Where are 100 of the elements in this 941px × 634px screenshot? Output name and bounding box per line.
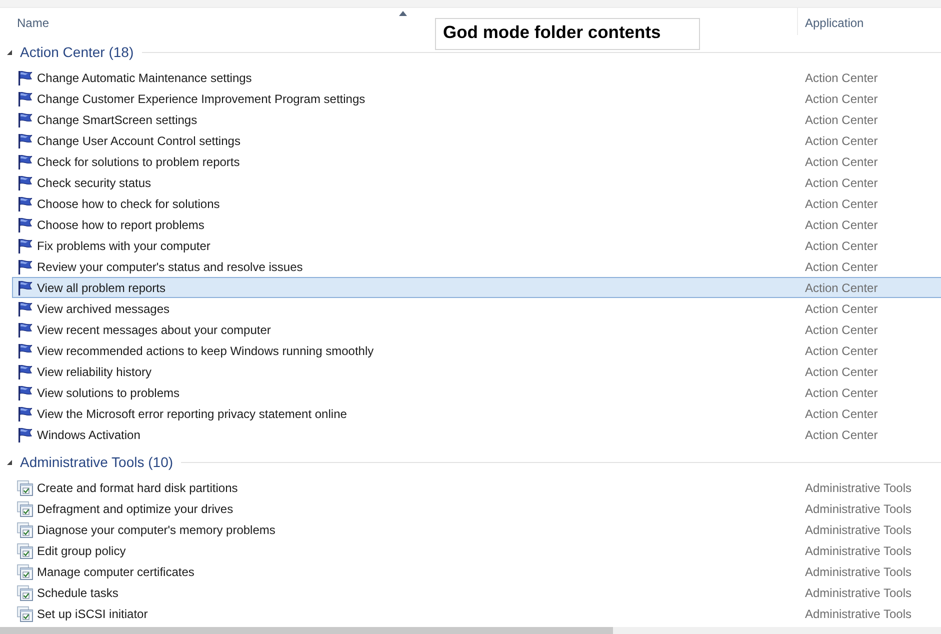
item-name: Create and format hard disk partitions (37, 480, 239, 494)
flag-icon (17, 70, 33, 86)
list-row[interactable]: Check for solutions to problem reports Action Center (12, 151, 941, 172)
scrollbar-thumb[interactable] (0, 627, 613, 634)
application-name: Action Center (805, 260, 879, 274)
application-name: Action Center (805, 364, 879, 378)
list-row[interactable]: View recent messages about your computer Action Center (12, 319, 941, 340)
application-name: Action Center (805, 428, 879, 442)
column-header[interactable]: Application (798, 8, 941, 35)
flag-icon (17, 216, 33, 232)
item-name: Change User Account Control settings (37, 134, 242, 148)
application-name: Administrative Tools (805, 502, 912, 516)
item-name: Check for solutions to problem reports (37, 154, 241, 168)
application-name: Action Center (805, 406, 879, 420)
item-name: Edit group policy (37, 544, 127, 558)
flag-icon (17, 196, 33, 212)
checklist-window-icon (17, 500, 33, 516)
flag-icon (17, 238, 33, 254)
application-name: Administrative Tools (805, 606, 912, 620)
application-name: Action Center (805, 344, 879, 358)
list-row[interactable]: View archived messages Action Center (12, 298, 941, 319)
item-name: Choose how to report problems (37, 218, 206, 232)
list-row[interactable]: View reliability history Action Center (12, 361, 941, 382)
application-name: Action Center (805, 112, 879, 126)
application-name: Action Center (805, 70, 879, 84)
application-name: Administrative Tools (805, 544, 912, 558)
item-name: Change Automatic Maintenance settings (37, 70, 253, 84)
application-name: Action Center (805, 154, 879, 168)
item-name: Schedule tasks (37, 586, 120, 600)
list-row[interactable]: Create and format hard disk partitions Administrative Tools (12, 477, 941, 498)
application-name: Administrative Tools (805, 480, 912, 494)
list-row[interactable]: Review your computer's status and resolve issues Action Center (12, 256, 941, 277)
item-name: View all problem reports (37, 280, 167, 294)
application-name: Action Center (805, 196, 879, 210)
expanded-arrow-icon[interactable] (7, 460, 12, 464)
list-row[interactable]: View solutions to problems Action Center (12, 382, 941, 403)
application-name: Action Center (805, 92, 879, 106)
application-name: Action Center (805, 302, 879, 316)
list-row[interactable]: Choose how to check for solutions Action Center (12, 193, 941, 214)
list-row[interactable]: Change User Account Control settings Action Center (12, 130, 941, 151)
checklist-window-icon (17, 564, 33, 580)
list-row[interactable]: Set up iSCSI initiator Administrative Tools (12, 603, 941, 624)
item-name: Fix problems with your computer (37, 238, 212, 252)
list-row[interactable]: View all problem reports Action Center (12, 277, 941, 298)
flag-icon (17, 426, 33, 442)
list-row[interactable]: Defragment and optimize your drives Administrative Tools (12, 498, 941, 519)
group-header[interactable]: Action Center (18) (20, 44, 134, 60)
item-name: View the Microsoft error reporting privacy statement online (37, 406, 348, 420)
application-name: Administrative Tools (805, 564, 912, 578)
list-row[interactable]: Check security status Action Center (12, 172, 941, 193)
list-row[interactable]: Change Customer Experience Improvement Program settings Action Center (12, 88, 941, 109)
flag-icon (17, 90, 33, 106)
list-row[interactable]: Windows Activation Action Center (12, 424, 941, 445)
list-row[interactable]: View recommended actions to keep Windows running smoothly Action Center (12, 340, 941, 361)
item-name: View recommended actions to keep Windows running smoothly (37, 344, 375, 358)
item-name: Review your computer's status and resolve issues (37, 260, 304, 274)
checklist-window-icon (17, 542, 33, 558)
list-row[interactable]: Manage computer certificates Administrative Tools (12, 561, 941, 582)
list-row[interactable]: Edit group policy Administrative Tools (12, 540, 941, 561)
item-name: Manage computer certificates (37, 564, 196, 578)
flag-icon (17, 154, 33, 170)
item-name: Choose how to check for solutions (37, 196, 221, 210)
list-row[interactable]: Change Automatic Maintenance settings Action Center (12, 67, 941, 88)
application-name: Administrative Tools (805, 586, 912, 600)
flag-icon (17, 300, 33, 316)
flag-icon (17, 364, 33, 380)
application-name: Action Center (805, 176, 879, 190)
item-name: View archived messages (37, 302, 171, 316)
expanded-arrow-icon[interactable] (7, 50, 12, 54)
list-row[interactable]: View the Microsoft error reporting privacy statement online Action Center (12, 403, 941, 424)
checklist-window-icon (17, 606, 33, 622)
horizontal-scrollbar[interactable] (0, 627, 941, 634)
item-name: View solutions to problems (37, 386, 181, 400)
application-name: Action Center (805, 280, 879, 294)
item-name: View recent messages about your computer (37, 322, 272, 336)
application-name: Action Center (805, 322, 879, 336)
item-name: Windows Activation (37, 428, 142, 442)
flag-icon (17, 406, 33, 422)
list-row[interactable]: Fix problems with your computer Action Center (12, 235, 941, 256)
item-name: Check security status (37, 176, 152, 190)
item-name: Set up iSCSI initiator (37, 606, 149, 620)
item-name: Diagnose your computer's memory problems (37, 522, 276, 536)
flag-icon (17, 384, 33, 400)
item-name: Change Customer Experience Improvement Program settings (37, 92, 366, 106)
checklist-window-icon (17, 480, 33, 496)
flag-icon (17, 322, 33, 338)
application-name: Administrative Tools (805, 522, 912, 536)
item-name: Defragment and optimize your drives (37, 502, 234, 516)
list-row[interactable]: Diagnose your computer's memory problems Administrative Tools (12, 519, 941, 540)
checklist-window-icon (17, 584, 33, 600)
application-name: Action Center (805, 134, 879, 148)
application-name: Action Center (805, 218, 879, 232)
flag-icon (17, 174, 33, 190)
list-row[interactable]: Change SmartScreen settings Action Center (12, 109, 941, 130)
flag-icon (17, 280, 33, 296)
list-row[interactable]: Schedule tasks Administrative Tools (12, 582, 941, 603)
item-name: Change SmartScreen settings (37, 112, 198, 126)
application-name: Action Center (805, 238, 879, 252)
group-header[interactable]: Administrative Tools (10) (20, 454, 174, 470)
list-row[interactable]: Choose how to report problems Action Center (12, 214, 941, 235)
